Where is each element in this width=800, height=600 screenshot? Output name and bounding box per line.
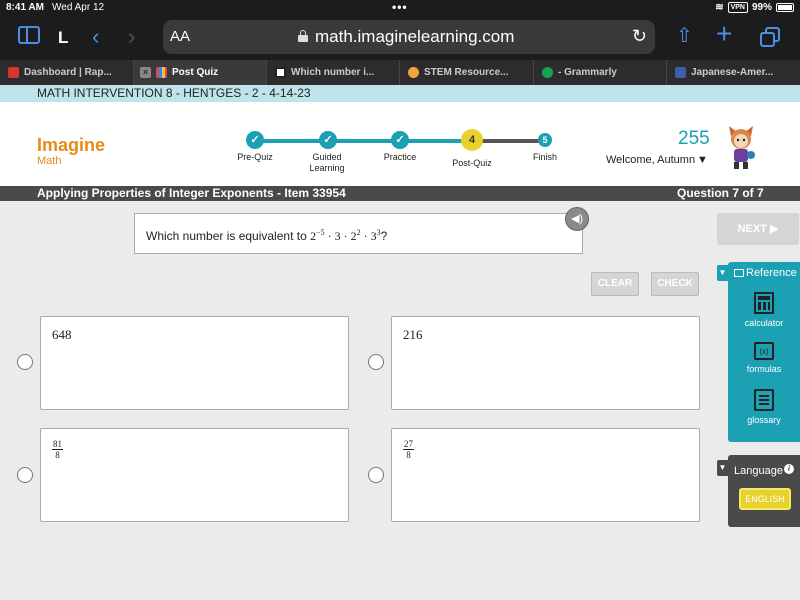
reference-collapse-icon[interactable]: ▼ bbox=[717, 265, 728, 281]
language-collapse-icon[interactable]: ▼ bbox=[717, 460, 728, 476]
question-prompt: Which number is equivalent to 2−5 · 3 · … bbox=[134, 213, 583, 254]
step-3-check-icon: ✓ bbox=[391, 131, 409, 149]
new-tab-plus-icon[interactable]: + bbox=[716, 20, 732, 48]
formulas-tool[interactable]: (x) formulas bbox=[728, 342, 800, 374]
item-title: Applying Properties of Integer Exponents… bbox=[37, 186, 346, 200]
reference-panel: Reference calculator (x) formulas glossa… bbox=[728, 262, 800, 442]
step-label-practice: Practice bbox=[383, 152, 417, 162]
progress-line-complete bbox=[255, 139, 472, 143]
step-1-check-icon: ✓ bbox=[246, 131, 264, 149]
tab-bar: Dashboard | Rap... × Post Quiz Which num… bbox=[0, 60, 800, 85]
choice-d-fraction: 27 8 bbox=[403, 439, 414, 460]
step-4-current: 4 bbox=[461, 129, 483, 151]
question-prefix: Which number is equivalent to bbox=[146, 229, 311, 243]
tab-japanese-american[interactable]: Japanese-Amer... bbox=[667, 60, 800, 85]
share-icon[interactable]: ⇧ bbox=[676, 25, 693, 47]
lesson-header: Imagine Math ✓ ✓ ✓ 4 5 Pre-Quiz Guided Le… bbox=[0, 102, 800, 186]
tab-label: Which number i... bbox=[291, 67, 375, 78]
back-arrow-icon[interactable]: ‹ bbox=[92, 26, 99, 48]
grammarly-favicon-icon bbox=[542, 67, 553, 78]
step-label-finish: Finish bbox=[532, 152, 557, 162]
step-label-post-quiz: Post-Quiz bbox=[452, 158, 492, 168]
question-counter: Question 7 of 7 bbox=[677, 186, 764, 200]
choice-d[interactable]: 27 8 bbox=[391, 428, 700, 522]
tab-label: - Grammarly bbox=[558, 67, 617, 78]
choice-d-radio[interactable] bbox=[368, 467, 384, 483]
course-title: MATH INTERVENTION 8 - HENTGES - 2 - 4-14… bbox=[0, 85, 800, 102]
vpn-badge: VPN bbox=[727, 2, 748, 13]
l-button[interactable]: L bbox=[58, 27, 68, 49]
reference-title[interactable]: Reference bbox=[734, 267, 797, 279]
tab-label: STEM Resource... bbox=[424, 67, 509, 78]
tab-which-number[interactable]: Which number i... bbox=[267, 60, 400, 85]
question-suffix: ? bbox=[380, 229, 388, 243]
tab-grammarly[interactable]: - Grammarly bbox=[534, 60, 667, 85]
welcome-text[interactable]: Welcome, Autumn bbox=[606, 154, 695, 166]
choice-c-fraction: 81 8 bbox=[52, 439, 63, 460]
tab-stem-resource[interactable]: STEM Resource... bbox=[400, 60, 534, 85]
glossary-tool[interactable]: glossary bbox=[728, 389, 800, 425]
status-right: ≋ VPN 99% bbox=[715, 2, 794, 13]
address-bar[interactable]: AA math.imaginelearning.com ↻ bbox=[163, 20, 655, 54]
speaker-icon[interactable]: ◀) bbox=[565, 207, 589, 231]
status-time: 8:41 AM bbox=[6, 2, 44, 13]
tab-dashboard[interactable]: Dashboard | Rap... bbox=[0, 60, 134, 85]
step-2-check-icon: ✓ bbox=[319, 131, 337, 149]
tab-label: Japanese-Amer... bbox=[691, 67, 774, 78]
choice-b-text: 216 bbox=[403, 327, 423, 342]
choice-a-radio[interactable] bbox=[17, 354, 33, 370]
status-bar: 8:41 AM Wed Apr 12 ••• ≋ VPN 99% bbox=[0, 0, 800, 16]
reference-book-icon bbox=[734, 269, 744, 277]
close-tab-icon[interactable]: × bbox=[140, 67, 151, 78]
dashboard-favicon-icon bbox=[8, 67, 19, 78]
score: 255 bbox=[678, 128, 710, 149]
choice-b[interactable]: 216 bbox=[391, 316, 700, 410]
item-bar: Applying Properties of Integer Exponents… bbox=[0, 186, 800, 201]
step-label-pre-quiz: Pre-Quiz bbox=[237, 152, 273, 162]
calculator-tool[interactable]: calculator bbox=[728, 292, 800, 328]
tab-post-quiz[interactable]: × Post Quiz bbox=[134, 60, 267, 85]
japanese-american-favicon-icon bbox=[675, 67, 686, 78]
text-size-button[interactable]: AA bbox=[170, 28, 190, 45]
step-5-future: 5 bbox=[538, 133, 552, 147]
post-quiz-favicon-icon bbox=[156, 67, 167, 78]
url-text[interactable]: math.imaginelearning.com bbox=[315, 27, 514, 47]
browser-toolbar: L ‹ › AA math.imaginelearning.com ↻ ⇧ + bbox=[0, 16, 800, 60]
choice-b-radio[interactable] bbox=[368, 354, 384, 370]
logo-imagine: Imagine bbox=[37, 135, 106, 155]
chevron-down-icon[interactable]: ▼ bbox=[697, 154, 708, 166]
choice-a[interactable]: 648 bbox=[40, 316, 349, 410]
status-date: Wed Apr 12 bbox=[52, 2, 105, 13]
choice-c[interactable]: 81 8 bbox=[40, 428, 349, 522]
calculator-icon bbox=[754, 292, 774, 314]
language-panel: Language i ENGLISH bbox=[728, 455, 800, 527]
which-number-favicon-icon bbox=[275, 67, 286, 78]
wifi-icon: ≋ bbox=[715, 2, 724, 13]
next-button[interactable]: NEXT ▶ bbox=[717, 213, 799, 245]
logo-math: Math bbox=[37, 155, 62, 167]
check-button[interactable]: CHECK bbox=[651, 272, 699, 296]
battery-icon bbox=[776, 3, 794, 12]
glossary-icon bbox=[754, 389, 774, 411]
stem-favicon-icon bbox=[408, 67, 419, 78]
language-title: Language bbox=[734, 465, 783, 477]
info-icon[interactable]: i bbox=[784, 464, 794, 474]
choice-c-radio[interactable] bbox=[17, 467, 33, 483]
battery-percent: 99% bbox=[751, 2, 772, 13]
tab-label: Post Quiz bbox=[172, 67, 219, 78]
step-label-guided-learning: Guided Learning bbox=[309, 152, 345, 173]
formulas-icon: (x) bbox=[754, 342, 774, 360]
forward-arrow-icon[interactable]: › bbox=[128, 26, 135, 48]
sidebar-toggle-icon[interactable] bbox=[18, 26, 40, 44]
tabs-overview-icon[interactable] bbox=[760, 27, 780, 47]
multitask-dots-icon[interactable]: ••• bbox=[392, 0, 408, 14]
avatar bbox=[729, 126, 755, 169]
tab-label: Dashboard | Rap... bbox=[24, 67, 112, 78]
choice-a-text: 648 bbox=[52, 327, 72, 342]
reload-icon[interactable]: ↻ bbox=[632, 26, 647, 47]
question-expression: 2−5 · 3 · 22 · 33 bbox=[310, 228, 381, 243]
clear-button[interactable]: CLEAR bbox=[591, 272, 639, 296]
lock-icon bbox=[298, 30, 308, 42]
english-button[interactable]: ENGLISH bbox=[739, 488, 791, 510]
